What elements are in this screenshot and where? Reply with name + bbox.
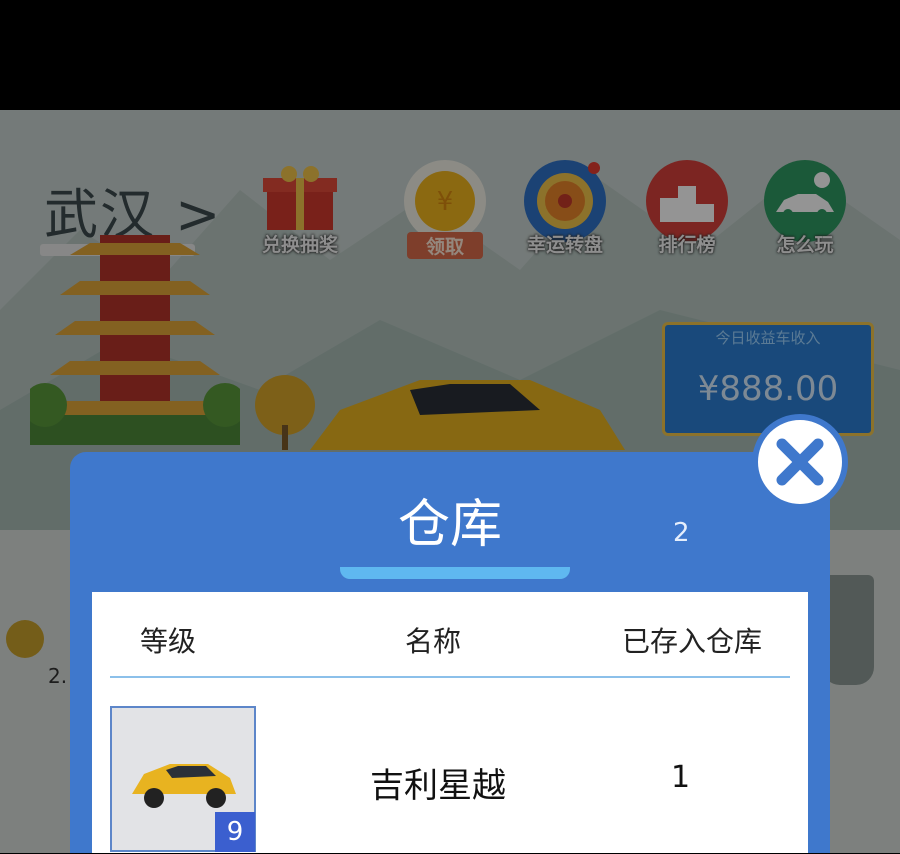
- warehouse-count: 2: [673, 518, 690, 548]
- column-header-name: 名称: [405, 625, 462, 658]
- modal-header-notch: [340, 567, 570, 579]
- top-black-bar: [0, 0, 900, 110]
- close-icon: [776, 438, 824, 486]
- warehouse-title: 仓库: [397, 495, 502, 555]
- level-badge: 9: [215, 812, 255, 852]
- modal-left-border: [70, 592, 92, 853]
- column-header-level: 等级: [140, 625, 197, 658]
- close-button[interactable]: [752, 414, 848, 510]
- car-name: 吉利星越: [370, 766, 506, 806]
- column-header-stored: 已存入仓库: [622, 625, 763, 658]
- header-divider: [110, 676, 790, 678]
- stored-count: 1: [671, 760, 691, 795]
- modal-right-border: [808, 592, 830, 853]
